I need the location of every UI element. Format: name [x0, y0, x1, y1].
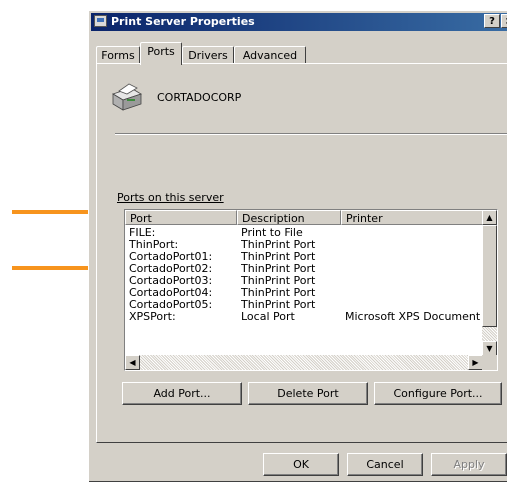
cell-port: ThinPort:: [129, 239, 179, 251]
tab-forms[interactable]: Forms: [96, 46, 140, 64]
cell-port: CortadoPort05:: [129, 299, 213, 311]
horizontal-scrollbar[interactable]: ◀ ▶: [125, 355, 483, 370]
cell-description: Local Port: [241, 311, 295, 323]
help-button[interactable]: ?: [484, 14, 500, 28]
cell-description: ThinPrint Port: [241, 299, 316, 311]
table-row[interactable]: CortadoPort01: ThinPrint Port: [125, 251, 485, 263]
table-row[interactable]: FILE: Print to File: [125, 227, 485, 239]
delete-port-button[interactable]: Delete Port: [248, 382, 368, 405]
list-header: Port Description Printer: [125, 210, 485, 225]
ports-list[interactable]: Port Description Printer FILE: Print to F…: [124, 209, 498, 371]
cell-description: ThinPrint Port: [241, 263, 316, 275]
apply-button[interactable]: Apply: [431, 453, 507, 476]
cell-printer: Microsoft XPS Document W: [345, 311, 485, 323]
window-title: Print Server Properties: [111, 15, 255, 28]
cell-description: ThinPrint Port: [241, 239, 316, 251]
column-header-description[interactable]: Description: [237, 210, 341, 225]
cancel-button[interactable]: Cancel: [347, 453, 423, 476]
scroll-right-button[interactable]: ▶: [468, 355, 483, 370]
table-row[interactable]: CortadoPort04: ThinPrint Port: [125, 287, 485, 299]
column-header-printer[interactable]: Printer: [341, 210, 485, 225]
cell-description: ThinPrint Port: [241, 275, 316, 287]
annotation-arrow-2: [12, 259, 108, 277]
cell-description: ThinPrint Port: [241, 287, 316, 299]
cell-port: CortadoPort01:: [129, 251, 213, 263]
printer-icon: [112, 83, 142, 111]
scroll-corner: [482, 355, 497, 370]
add-port-button[interactable]: Add Port...: [122, 382, 242, 405]
scroll-down-button[interactable]: ▼: [482, 341, 497, 356]
cell-port: FILE:: [129, 227, 156, 239]
close-button[interactable]: ×: [501, 14, 507, 28]
table-row[interactable]: CortadoPort05: ThinPrint Port: [125, 299, 485, 311]
vertical-scroll-thumb[interactable]: [482, 225, 497, 327]
cell-port: CortadoPort04:: [129, 287, 213, 299]
ports-tab-panel: CORTADOCORP Ports on this server Port De…: [96, 63, 507, 443]
scroll-left-button[interactable]: ◀: [125, 355, 140, 370]
table-row[interactable]: ThinPort: ThinPrint Port: [125, 239, 485, 251]
tab-drivers[interactable]: Drivers: [182, 46, 234, 64]
cell-port: CortadoPort03:: [129, 275, 213, 287]
table-row[interactable]: CortadoPort03: ThinPrint Port: [125, 275, 485, 287]
ports-on-server-label: Ports on this server: [117, 191, 224, 204]
title-bar[interactable]: Print Server Properties ? ×: [91, 13, 507, 31]
cell-port: XPSPort:: [129, 311, 176, 323]
print-server-properties-window: Print Server Properties ? × Forms Ports …: [88, 10, 507, 482]
tab-advanced[interactable]: Advanced: [234, 46, 306, 64]
tab-ports[interactable]: Ports: [140, 42, 182, 65]
ok-button[interactable]: OK: [263, 453, 339, 476]
cell-description: Print to File: [241, 227, 303, 239]
cell-port: CortadoPort02:: [129, 263, 213, 275]
scroll-up-button[interactable]: ▲: [482, 210, 497, 225]
divider: [115, 133, 507, 135]
table-row[interactable]: CortadoPort02: ThinPrint Port: [125, 263, 485, 275]
cell-description: ThinPrint Port: [241, 251, 316, 263]
server-name: CORTADOCORP: [157, 91, 242, 104]
annotation-arrow-1: [12, 203, 108, 221]
table-row[interactable]: XPSPort: Local Port Microsoft XPS Document…: [125, 311, 485, 323]
print-server-icon: [94, 15, 107, 27]
vertical-scrollbar[interactable]: ▲ ▼: [482, 210, 497, 356]
configure-port-button[interactable]: Configure Port...: [374, 382, 502, 405]
column-header-port[interactable]: Port: [125, 210, 237, 225]
